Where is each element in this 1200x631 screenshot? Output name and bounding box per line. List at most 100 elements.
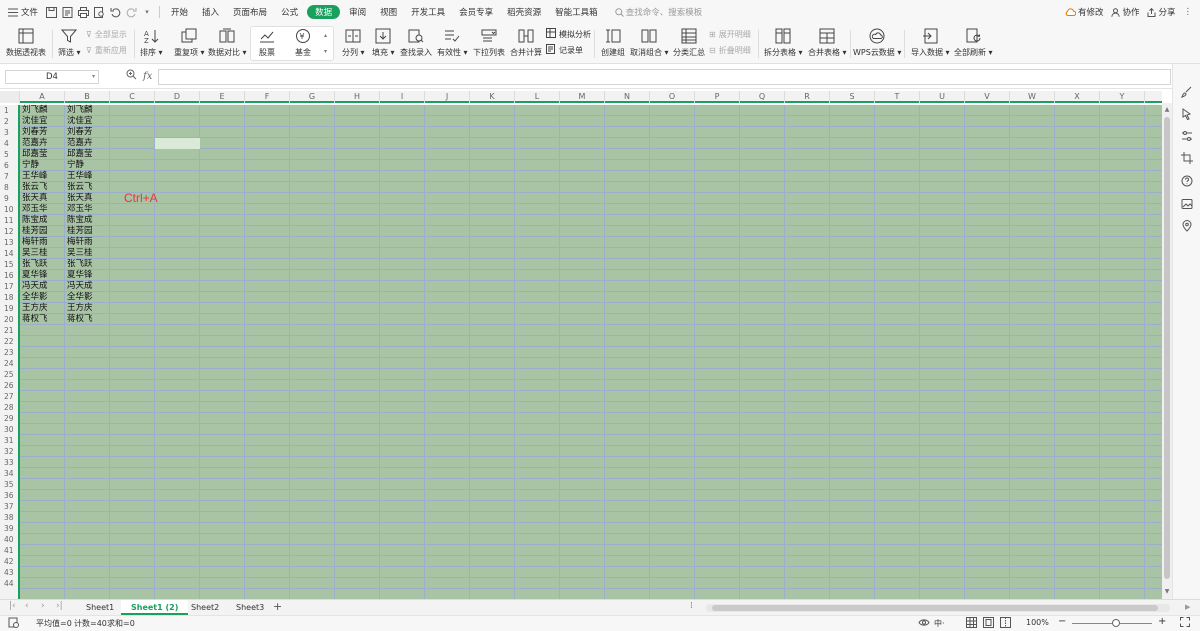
select-all-corner[interactable] <box>0 91 20 103</box>
expand-detail-button[interactable]: ⊞ 展开明细 <box>709 27 751 41</box>
cell-col-a[interactable]: 张天真 <box>20 193 65 204</box>
row-header[interactable]: 44 <box>0 578 18 589</box>
create-group-button[interactable]: 创建组 <box>601 24 625 64</box>
row-header[interactable]: 36 <box>0 490 18 501</box>
scroll-up-icon[interactable]: ▲ <box>1162 105 1172 115</box>
sheet-tab-sheet3[interactable]: Sheet3 <box>226 600 274 615</box>
cell-col-a[interactable]: 梅轩雨 <box>20 237 65 248</box>
sheet-tab-sheet1-copy[interactable]: Sheet1 (2) <box>121 600 189 615</box>
horizontal-scroll-thumb[interactable] <box>712 605 1158 611</box>
share-button[interactable]: 分享 <box>1147 6 1176 18</box>
row-header[interactable]: 11 <box>0 215 18 226</box>
first-sheet-icon[interactable]: |‹ <box>9 601 16 611</box>
tab-developer[interactable]: 开发工具 <box>404 0 452 24</box>
cell-col-a[interactable]: 冯天成 <box>20 281 65 292</box>
cell-col-a[interactable]: 桂芳园 <box>20 226 65 237</box>
row-header[interactable]: 14 <box>0 248 18 259</box>
normal-view-icon[interactable] <box>966 617 977 630</box>
tab-data[interactable]: 数据 <box>307 5 341 19</box>
prev-sheet-icon[interactable]: ‹ <box>25 601 29 611</box>
row-header[interactable]: 1 <box>0 105 18 116</box>
dropdown-list-button[interactable]: 下拉列表 <box>473 24 505 64</box>
row-header[interactable]: 18 <box>0 292 18 303</box>
save-icon[interactable] <box>43 4 59 20</box>
column-header[interactable]: X <box>1055 91 1100 103</box>
row-header[interactable]: 27 <box>0 391 18 402</box>
brush-icon[interactable] <box>1180 85 1194 99</box>
tab-formulas[interactable]: 公式 <box>274 0 305 24</box>
column-header[interactable]: M <box>560 91 605 103</box>
cell-col-b[interactable]: 张天真 <box>65 193 110 204</box>
row-header[interactable]: 22 <box>0 336 18 347</box>
cell-col-a[interactable]: 张飞跃 <box>20 259 65 270</box>
column-header[interactable]: K <box>470 91 515 103</box>
page-break-view-icon[interactable] <box>1000 617 1011 630</box>
column-header[interactable]: N <box>605 91 650 103</box>
row-header[interactable]: 35 <box>0 479 18 490</box>
pivot-table-button[interactable]: 数据透视表 <box>6 24 46 64</box>
cell-col-b[interactable]: 夏华锋 <box>65 270 110 281</box>
redo-icon[interactable] <box>123 4 139 20</box>
row-header[interactable]: 5 <box>0 149 18 160</box>
show-all-button[interactable]: ⊽ 全部显示 <box>86 27 127 41</box>
page-layout-view-icon[interactable] <box>983 617 994 630</box>
column-header[interactable]: W <box>1010 91 1055 103</box>
changes-button[interactable]: 有修改 <box>1065 6 1103 18</box>
consolidate-button[interactable]: 合并计算 <box>510 24 542 64</box>
insert-function-icon[interactable]: fx <box>143 71 152 82</box>
cell-col-a[interactable]: 王方庆 <box>20 303 65 314</box>
cell-col-b[interactable]: 吴三桂 <box>65 248 110 259</box>
scroll-down-icon[interactable]: ▼ <box>1162 587 1172 597</box>
tab-review[interactable]: 审阅 <box>342 0 373 24</box>
row-header[interactable]: 31 <box>0 435 18 446</box>
next-sheet-icon[interactable]: › <box>41 601 45 611</box>
command-search[interactable]: 查找命令、搜索模板 <box>614 6 702 18</box>
column-header[interactable]: R <box>785 91 830 103</box>
row-header[interactable]: 4 <box>0 138 18 149</box>
select-icon[interactable] <box>1180 107 1194 121</box>
record-form-button[interactable]: 记录单 <box>546 43 583 57</box>
column-header[interactable]: G <box>290 91 335 103</box>
row-header[interactable]: 6 <box>0 160 18 171</box>
vertical-scroll-thumb[interactable] <box>1164 117 1170 579</box>
cell-col-b[interactable]: 王华峰 <box>65 171 110 182</box>
cell-col-b[interactable]: 邓玉华 <box>65 204 110 215</box>
cell-col-a[interactable]: 刘春芳 <box>20 127 65 138</box>
location-icon[interactable] <box>1180 219 1194 233</box>
tab-home[interactable]: 开始 <box>164 0 195 24</box>
cell-col-b[interactable]: 张云飞 <box>65 182 110 193</box>
row-header[interactable]: 40 <box>0 534 18 545</box>
row-header[interactable]: 33 <box>0 457 18 468</box>
stock-scroll-down-icon[interactable]: ▾ <box>324 44 327 58</box>
zoom-slider-knob[interactable] <box>1112 619 1120 627</box>
formula-input[interactable] <box>158 69 1171 85</box>
cell-col-b[interactable]: 刘春芳 <box>65 127 110 138</box>
sheet-tab-sheet1[interactable]: Sheet1 <box>76 600 124 615</box>
add-sheet-icon[interactable]: + <box>273 600 282 613</box>
validity-button[interactable]: 有效性 ▾ <box>437 24 468 64</box>
stock-button[interactable]: 股票 <box>258 24 276 64</box>
row-header[interactable]: 34 <box>0 468 18 479</box>
cell-col-b[interactable]: 王方庆 <box>65 303 110 314</box>
column-header[interactable]: B <box>65 91 110 103</box>
column-header[interactable]: F <box>245 91 290 103</box>
fund-button[interactable]: ¥ 基金 <box>294 24 312 64</box>
column-header[interactable]: T <box>875 91 920 103</box>
cell-col-b[interactable]: 陈宝成 <box>65 215 110 226</box>
zoom-search-icon[interactable] <box>126 69 137 83</box>
row-header[interactable]: 24 <box>0 358 18 369</box>
cell-col-b[interactable]: 刘飞麟 <box>65 105 110 116</box>
cell-col-a[interactable]: 王华峰 <box>20 171 65 182</box>
tab-docer[interactable]: 稻壳资源 <box>500 0 548 24</box>
data-compare-button[interactable]: 数据对比 ▾ <box>208 24 247 64</box>
cell-col-b[interactable]: 沈佳宜 <box>65 116 110 127</box>
column-header[interactable]: V <box>965 91 1010 103</box>
cell-col-b[interactable]: 张飞跃 <box>65 259 110 270</box>
cell-col-b[interactable]: 宁静 <box>65 160 110 171</box>
row-header[interactable]: 17 <box>0 281 18 292</box>
collapse-detail-button[interactable]: ⊟ 折叠明细 <box>709 43 751 57</box>
row-header[interactable]: 9 <box>0 193 18 204</box>
column-header[interactable]: E <box>200 91 245 103</box>
file-menu[interactable]: 文件 <box>0 0 43 24</box>
column-header[interactable]: I <box>380 91 425 103</box>
